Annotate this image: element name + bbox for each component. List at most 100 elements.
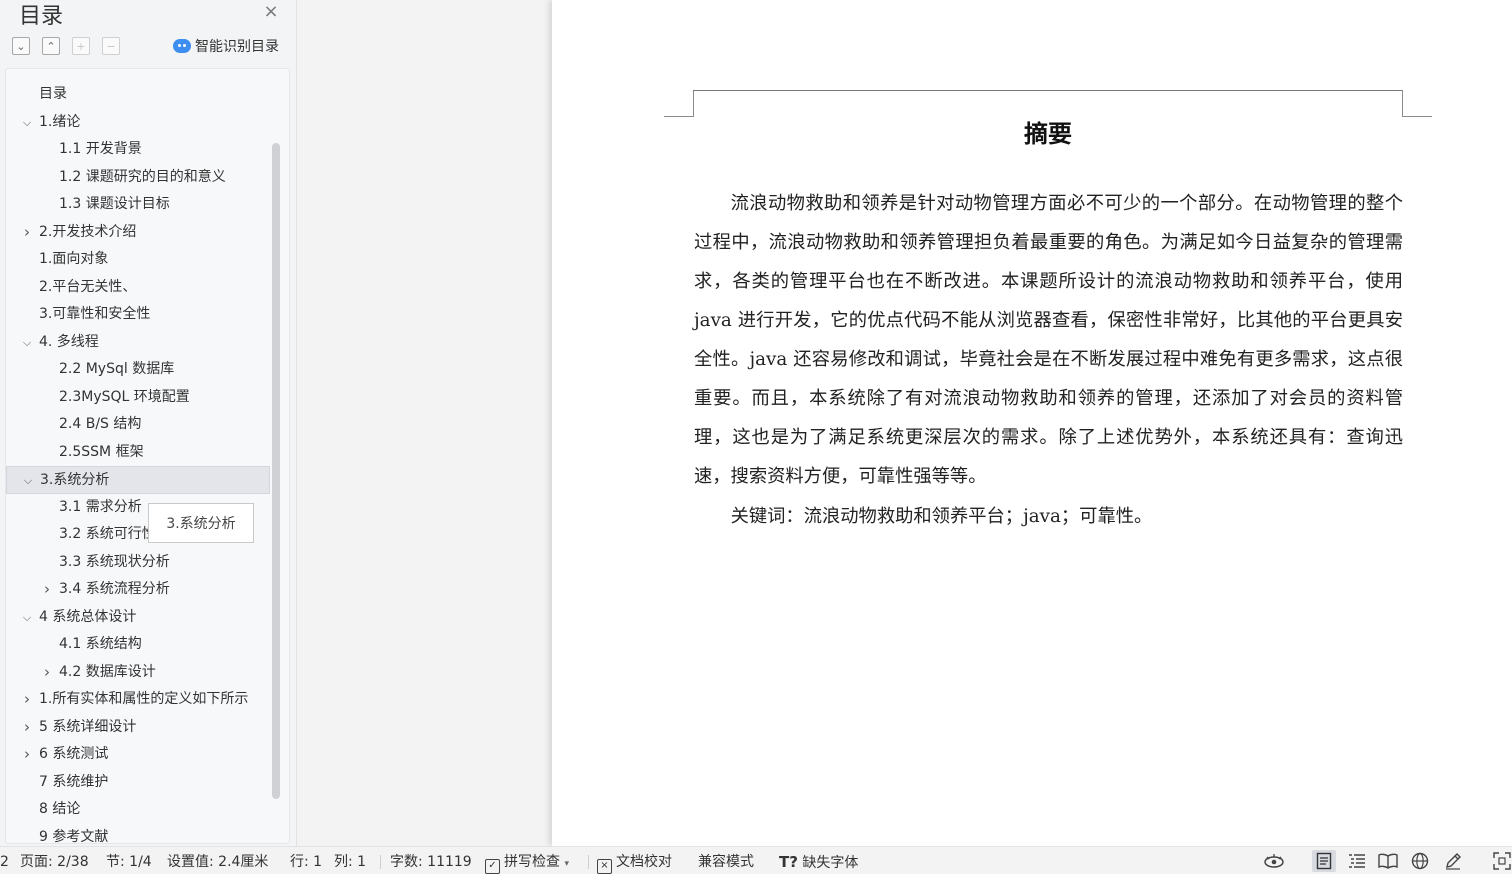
toc-item-label: 1.3 课题设计目标 [59, 196, 170, 212]
toc-item-label: 1.1 开发背景 [59, 141, 142, 157]
document-keywords[interactable]: 关键词：流浪动物救助和领养平台；java；可靠性。 [694, 497, 1403, 536]
toc-item-label: 3.3 系统现状分析 [59, 553, 170, 570]
close-icon[interactable]: × [262, 3, 280, 21]
toc-item-label: 2.5SSM 框架 [59, 443, 144, 460]
toc-item-label: 6 系统测试 [39, 746, 109, 762]
toc-item[interactable]: 2.平台无关性、 [6, 274, 270, 302]
document-background [297, 0, 552, 846]
toc-item[interactable]: 9 参考文献 [6, 824, 270, 844]
expand-all-icon[interactable]: ⌄ [12, 37, 30, 55]
status-setting[interactable]: 设置值: 2.4厘米 [167, 847, 268, 874]
add-heading-icon[interactable]: + [72, 37, 90, 55]
spell-check-icon: ✓ [485, 859, 500, 874]
fullscreen-icon[interactable] [1490, 850, 1512, 872]
toc-item[interactable]: › 2.开发技术介绍 [6, 219, 270, 247]
dropdown-arrow-icon: ▾ [564, 859, 569, 869]
chevron-down-icon[interactable]: ⌵ [20, 604, 34, 632]
font-icon: T? [779, 853, 798, 871]
eye-protection-icon[interactable] [1262, 850, 1286, 872]
smart-toc-button[interactable]: 智能识别目录 [173, 36, 279, 56]
toc-item[interactable]: 8 结论 [6, 796, 270, 824]
status-word-count[interactable]: 字数: 11119 [390, 847, 472, 874]
outline-view-icon[interactable] [1345, 850, 1369, 872]
spell-check-button[interactable]: ✓ 拼写检查 ▾ [485, 847, 569, 874]
toc-title: 目录 [19, 4, 64, 29]
toc-item[interactable]: › 4.2 数据库设计 [6, 659, 270, 687]
toc-scrollbar[interactable] [272, 143, 280, 799]
remove-heading-icon[interactable]: − [102, 37, 120, 55]
reading-mode-icon[interactable] [1376, 850, 1400, 872]
toc-item-label: 3.系统分析 [40, 472, 110, 488]
toc-item-label: 7 系统维护 [39, 773, 109, 790]
chevron-right-icon[interactable]: › [20, 686, 34, 714]
chevron-right-icon[interactable]: › [20, 219, 34, 247]
toc-item-label: 4. 多线程 [39, 333, 99, 350]
toc-item-label: 2.4 B/S 结构 [59, 416, 142, 432]
toc-item-label: 4 系统总体设计 [39, 608, 137, 625]
toc-item[interactable]: 1.2 课题研究的目的和意义 [6, 164, 270, 192]
chevron-right-icon[interactable]: › [40, 659, 54, 687]
spell-check-label: 拼写检查 [504, 854, 560, 870]
web-view-icon[interactable] [1408, 850, 1432, 872]
divider [588, 855, 589, 869]
toc-item[interactable]: 1.3 课题设计目标 [6, 191, 270, 219]
toc-item-label: 4.1 系统结构 [59, 636, 142, 652]
toc-item[interactable]: › 5 系统详细设计 [6, 714, 270, 742]
chevron-down-icon[interactable]: ⌵ [20, 109, 34, 137]
pen-icon[interactable] [1441, 850, 1465, 872]
toc-item[interactable]: 1.1 开发背景 [6, 136, 270, 164]
smart-toc-label: 智能识别目录 [195, 39, 279, 55]
status-column: 列: 1 [334, 854, 367, 870]
document-page[interactable]: 摘要 流浪动物救助和领养是针对动物管理方面必不可少的一个部分。在动物管理的整个过… [552, 0, 1512, 846]
chevron-right-icon[interactable]: › [20, 741, 34, 769]
toc-item[interactable]: 2.3MySQL 环境配置 [6, 384, 270, 412]
toc-item-label: 1.2 课题研究的目的和意义 [59, 168, 226, 185]
status-section: 节: 1/4 [106, 854, 152, 870]
toc-item[interactable]: 2.2 MySql 数据库 [6, 356, 270, 384]
crop-mark [1402, 90, 1403, 117]
compat-mode-button[interactable]: 兼容模式 [698, 847, 754, 874]
smart-toc-icon [173, 39, 191, 53]
crop-mark [1402, 116, 1432, 117]
chevron-right-icon[interactable]: › [20, 714, 34, 742]
toc-panel: 目录 ⌵ 1.绪论 1.1 开发背景 1.2 课题研究的目的和意义 1.3 课题设计目标 ›… [5, 68, 290, 844]
toc-item[interactable]: › 6 系统测试 [6, 741, 270, 769]
chevron-down-icon[interactable]: ⌵ [20, 329, 34, 357]
toc-item[interactable]: 目录 [6, 81, 270, 109]
crop-mark [693, 90, 694, 117]
toc-item[interactable]: ⌵ 3.系统分析 [6, 466, 270, 494]
toc-list: 目录 ⌵ 1.绪论 1.1 开发背景 1.2 课题研究的目的和意义 1.3 课题设计目标 ›… [6, 81, 270, 844]
doc-proof-button[interactable]: × 文档校对 [597, 847, 672, 874]
toc-item-label: 目录 [39, 86, 67, 102]
toc-item-label: 2.3MySQL 环境配置 [59, 388, 190, 405]
toc-item[interactable]: 3.可靠性和安全性 [6, 301, 270, 329]
toc-item-label: 4.2 数据库设计 [59, 663, 156, 680]
toc-item[interactable]: › 1.所有实体和属性的定义如下所示 [6, 686, 270, 714]
toc-item[interactable]: 7 系统维护 [6, 769, 270, 797]
collapse-all-icon[interactable]: ⌃ [42, 37, 60, 55]
toc-toolbar: ⌄ ⌃ + − [12, 37, 120, 55]
toc-item-label: 1.面向对象 [39, 251, 109, 267]
toc-item[interactable]: ⌵ 4 系统总体设计 [6, 604, 270, 632]
toc-item[interactable]: 1.面向对象 [6, 246, 270, 274]
toc-item[interactable]: 4.1 系统结构 [6, 631, 270, 659]
chevron-down-icon[interactable]: ⌵ [21, 467, 35, 493]
toc-item-label: 1.所有实体和属性的定义如下所示 [39, 691, 249, 707]
chevron-right-icon[interactable]: › [40, 576, 54, 604]
toc-item[interactable]: ⌵ 1.绪论 [6, 109, 270, 137]
toc-item[interactable]: 2.5SSM 框架 [6, 439, 270, 467]
toc-item-label: 3.4 系统流程分析 [59, 581, 170, 597]
status-bar: 2 页面: 2/38 节: 1/4 设置值: 2.4厘米 行: 1 列: 1 字… [0, 846, 1512, 874]
toc-item[interactable]: › 3.4 系统流程分析 [6, 576, 270, 604]
toc-item[interactable]: 3.3 系统现状分析 [6, 549, 270, 577]
toc-item[interactable]: ⌵ 4. 多线程 [6, 329, 270, 357]
document-paragraph[interactable]: 流浪动物救助和领养是针对动物管理方面必不可少的一个部分。在动物管理的整个过程中，… [694, 184, 1403, 496]
toc-sidebar: 目录 × ⌄ ⌃ + − 智能识别目录 目录 ⌵ 1.绪论 1.1 开发背景 1.2 课… [0, 0, 297, 846]
document-heading[interactable]: 摘要 [693, 114, 1403, 149]
missing-font-button[interactable]: T? 缺失字体 [779, 847, 858, 874]
page-view-icon[interactable] [1312, 850, 1336, 872]
missing-font-label: 缺失字体 [802, 855, 859, 871]
toc-item-label: 2.开发技术介绍 [39, 223, 137, 240]
status-page[interactable]: 页面: 2/38 [20, 847, 89, 874]
toc-item[interactable]: 2.4 B/S 结构 [6, 411, 270, 439]
